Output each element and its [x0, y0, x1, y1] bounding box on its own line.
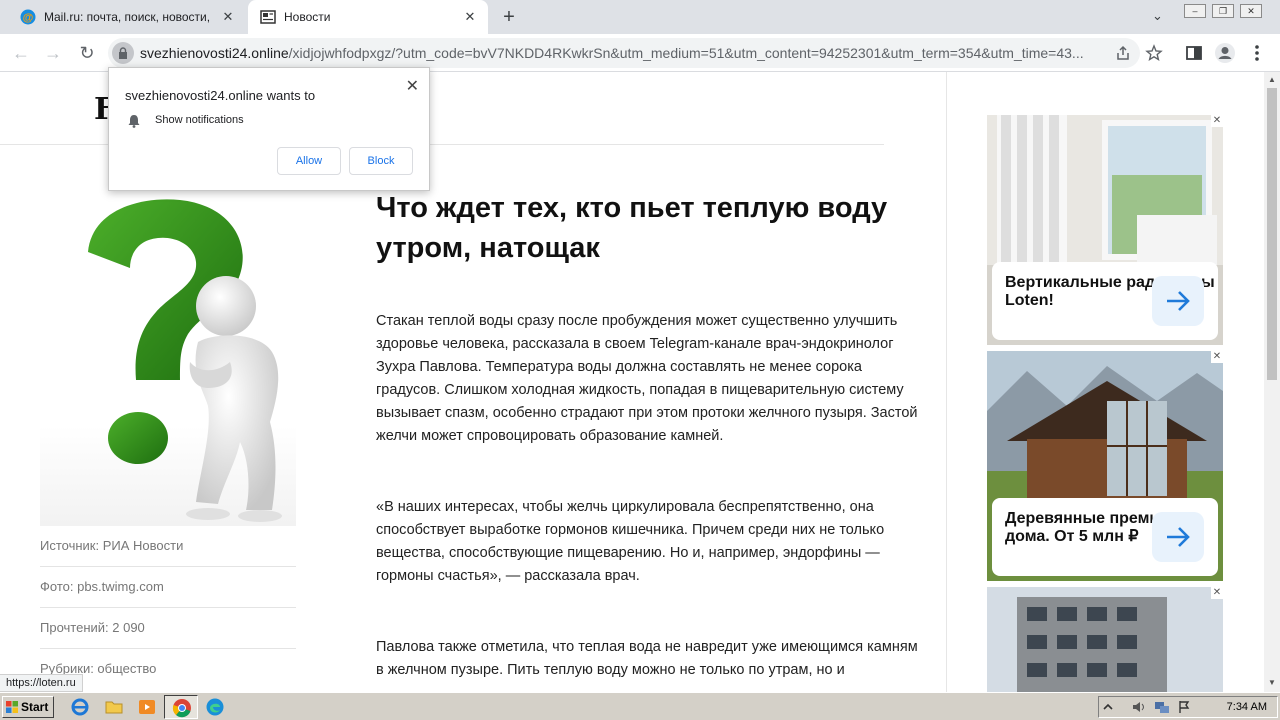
close-tab-icon[interactable]: ✕: [220, 9, 236, 25]
bookmark-star-icon[interactable]: [1145, 44, 1163, 62]
ad-close-icon[interactable]: ✕: [1211, 587, 1223, 599]
start-button[interactable]: Start: [2, 696, 54, 718]
notification-permission-popup: svezhienovosti24.online wants to ✕ Show …: [108, 67, 430, 191]
reload-icon[interactable]: ↻: [76, 42, 98, 64]
scroll-thumb[interactable]: [1267, 88, 1277, 380]
side-panel-icon[interactable]: [1183, 42, 1205, 64]
system-tray: 7:34 AM: [1098, 696, 1278, 718]
windows-logo-icon: [6, 701, 18, 713]
mailru-icon: @: [20, 9, 36, 25]
page-scrollbar[interactable]: ▲ ▼: [1264, 72, 1280, 692]
article-title: Что ждет тех, кто пьет теплую воду утром…: [376, 192, 888, 264]
action-center-flag-icon[interactable]: [1177, 700, 1191, 714]
ad-houses[interactable]: ✕ Деревянные премиум дома. От 5 млн ₽: [987, 351, 1223, 581]
edge-icon[interactable]: [205, 697, 225, 717]
back-icon[interactable]: ←: [10, 42, 32, 64]
scroll-up-icon[interactable]: ▲: [1268, 75, 1276, 84]
tab-news[interactable]: Новости ✕: [248, 0, 488, 34]
permission-label: Show notifications: [155, 114, 244, 126]
windows-taskbar: Start 7:34 AM: [0, 692, 1280, 720]
news-icon: [260, 10, 276, 24]
url-host: svezhienovosti24.online: [140, 45, 289, 61]
network-icon[interactable]: [1154, 700, 1170, 714]
close-icon[interactable]: ✕: [406, 76, 419, 96]
tab-strip: @ Mail.ru: почта, поиск, новости, пр ✕ Н…: [0, 0, 1280, 34]
chrome-taskbar-button[interactable]: [164, 695, 198, 719]
article: Что ждет тех, кто пьет теплую воду утром…: [376, 188, 926, 682]
block-button[interactable]: Block: [349, 147, 413, 175]
sidebar-divider: [946, 72, 947, 692]
ad-card[interactable]: Деревянные премиум дома. От 5 млн ₽: [992, 498, 1218, 576]
clock[interactable]: 7:34 AM: [1227, 701, 1267, 713]
scroll-down-icon[interactable]: ▼: [1268, 678, 1276, 687]
meta-views: Прочтений: 2 090: [40, 620, 145, 635]
url-path: /xidjojwhfodpxgz/?utm_code=bvV7NKDD4RKwk…: [288, 45, 1084, 61]
address-bar[interactable]: svezhienovosti24.online/xidjojwhfodpxgz/…: [108, 38, 1163, 68]
media-player-icon[interactable]: [137, 697, 157, 717]
arrow-right-icon[interactable]: [1152, 276, 1204, 326]
tab-search-chevron-icon[interactable]: ⌄: [1152, 8, 1163, 24]
bell-icon: [128, 115, 140, 128]
article-paragraph: «В наших интересах, чтобы желчь циркулир…: [376, 499, 885, 584]
meta-divider: [40, 648, 296, 649]
article-image: [40, 192, 296, 526]
volume-icon[interactable]: [1131, 700, 1147, 714]
url-text: svezhienovosti24.online/xidjojwhfodpxgz/…: [140, 45, 1140, 61]
chrome-icon: [172, 699, 191, 718]
profile-avatar-icon[interactable]: [1214, 42, 1236, 64]
ad-building[interactable]: ✕: [987, 587, 1223, 692]
article-paragraph: Павлова также отметила, что теплая вода …: [376, 639, 918, 678]
popup-title: svezhienovosti24.online wants to: [125, 88, 316, 103]
restore-icon[interactable]: ❐: [1212, 4, 1234, 18]
new-tab-button[interactable]: +: [498, 6, 520, 28]
close-tab-icon[interactable]: ✕: [462, 9, 478, 25]
tab-title: Mail.ru: почта, поиск, новости, пр: [44, 10, 210, 24]
status-link-preview: https://loten.ru: [0, 674, 83, 692]
meta-divider: [40, 607, 296, 608]
forward-icon[interactable]: →: [42, 42, 64, 64]
lock-icon[interactable]: [112, 42, 134, 64]
meta-divider: [40, 566, 296, 567]
svg-text:@: @: [23, 12, 34, 24]
start-label: Start: [21, 700, 49, 714]
close-window-icon[interactable]: ✕: [1240, 4, 1262, 18]
minimize-icon[interactable]: –: [1184, 4, 1206, 18]
article-paragraph: Стакан теплой воды сразу после пробужден…: [376, 313, 918, 444]
tab-title: Новости: [284, 10, 331, 24]
ad-close-icon[interactable]: ✕: [1211, 115, 1223, 127]
arrow-right-icon[interactable]: [1152, 512, 1204, 562]
share-icon[interactable]: [1114, 44, 1132, 62]
ad-close-icon[interactable]: ✕: [1211, 351, 1223, 363]
meta-photo: Фото: pbs.twimg.com: [40, 579, 164, 594]
ad-radiators[interactable]: ✕ Вертикальные радиаторы Loten!: [987, 115, 1223, 345]
tray-up-arrow-icon[interactable]: [1101, 700, 1115, 714]
folder-icon[interactable]: [104, 697, 124, 717]
menu-kebab-icon[interactable]: [1246, 42, 1268, 64]
allow-button[interactable]: Allow: [277, 147, 341, 175]
internet-explorer-icon[interactable]: [70, 697, 90, 717]
meta-source: Источник: РИА Новости: [40, 538, 184, 553]
ad-card[interactable]: Вертикальные радиаторы Loten!: [992, 262, 1218, 340]
tab-mailru[interactable]: @ Mail.ru: почта, поиск, новости, пр ✕: [8, 0, 246, 34]
